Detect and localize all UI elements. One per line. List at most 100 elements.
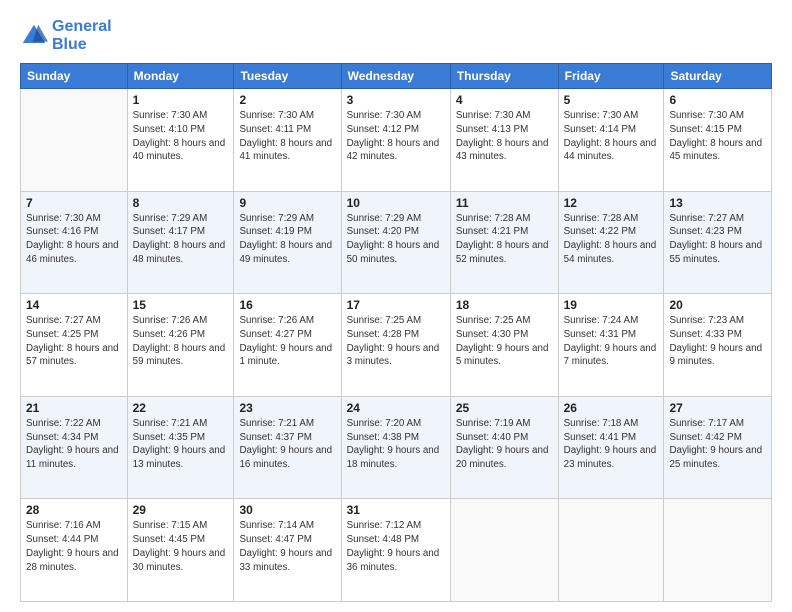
calendar-day-cell: 12 Sunrise: 7:28 AMSunset: 4:22 PMDayligh…: [558, 191, 664, 294]
day-info: Sunrise: 7:30 AMSunset: 4:16 PMDaylight:…: [26, 212, 122, 267]
calendar-day-cell: 11Sunrise: 7:28 AMSunset: 4:21 PMDayligh…: [450, 191, 558, 294]
day-number: 20: [669, 298, 766, 312]
calendar-day-cell: 9 Sunrise: 7:29 AMSunset: 4:19 PMDaylight…: [234, 191, 341, 294]
day-number: 4: [456, 93, 553, 107]
logo-icon: [20, 22, 48, 50]
calendar-day-cell: [450, 499, 558, 602]
calendar-day-cell: [664, 499, 772, 602]
day-number: 24: [347, 401, 445, 415]
logo: General Blue: [20, 18, 112, 53]
day-number: 28: [26, 503, 122, 517]
day-number: 10: [347, 196, 445, 210]
day-info: Sunrise: 7:25 AMSunset: 4:28 PMDaylight:…: [347, 314, 445, 369]
calendar-week-row: 21 Sunrise: 7:22 AMSunset: 4:34 PMDayligh…: [21, 396, 772, 499]
calendar-day-header: Thursday: [450, 64, 558, 89]
day-info: Sunrise: 7:22 AMSunset: 4:34 PMDaylight:…: [26, 417, 122, 472]
header: General Blue: [20, 18, 772, 53]
page: General Blue SundayMondayTuesdayWednesda…: [0, 0, 792, 612]
day-number: 14: [26, 298, 122, 312]
day-number: 31: [347, 503, 445, 517]
day-number: 1: [133, 93, 229, 107]
day-number: 2: [239, 93, 335, 107]
calendar-day-cell: 10Sunrise: 7:29 AMSunset: 4:20 PMDayligh…: [341, 191, 450, 294]
day-info: Sunrise: 7:30 AMSunset: 4:13 PMDaylight:…: [456, 109, 553, 164]
day-info: Sunrise: 7:21 AMSunset: 4:37 PMDaylight:…: [239, 417, 335, 472]
calendar-day-header: Friday: [558, 64, 664, 89]
day-number: 5: [564, 93, 659, 107]
day-info: Sunrise: 7:29 AMSunset: 4:19 PMDaylight:…: [239, 212, 335, 267]
calendar-day-cell: 16 Sunrise: 7:26 AMSunset: 4:27 PMDayligh…: [234, 294, 341, 397]
calendar-day-cell: 5 Sunrise: 7:30 AMSunset: 4:14 PMDaylight…: [558, 89, 664, 192]
calendar-day-cell: 4 Sunrise: 7:30 AMSunset: 4:13 PMDaylight…: [450, 89, 558, 192]
day-number: 7: [26, 196, 122, 210]
calendar-day-cell: 20 Sunrise: 7:23 AMSunset: 4:33 PMDayligh…: [664, 294, 772, 397]
day-info: Sunrise: 7:23 AMSunset: 4:33 PMDaylight:…: [669, 314, 766, 369]
day-info: Sunrise: 7:27 AMSunset: 4:25 PMDaylight:…: [26, 314, 122, 369]
day-info: Sunrise: 7:30 AMSunset: 4:14 PMDaylight:…: [564, 109, 659, 164]
calendar-week-row: 14 Sunrise: 7:27 AMSunset: 4:25 PMDayligh…: [21, 294, 772, 397]
calendar-day-header: Sunday: [21, 64, 128, 89]
calendar-day-cell: 15Sunrise: 7:26 AMSunset: 4:26 PMDayligh…: [127, 294, 234, 397]
day-info: Sunrise: 7:16 AMSunset: 4:44 PMDaylight:…: [26, 519, 122, 574]
calendar-table: SundayMondayTuesdayWednesdayThursdayFrid…: [20, 63, 772, 602]
calendar-day-cell: 1 Sunrise: 7:30 AMSunset: 4:10 PMDaylight…: [127, 89, 234, 192]
day-number: 22: [133, 401, 229, 415]
calendar-week-row: 28 Sunrise: 7:16 AMSunset: 4:44 PMDayligh…: [21, 499, 772, 602]
day-info: Sunrise: 7:30 AMSunset: 4:11 PMDaylight:…: [239, 109, 335, 164]
day-info: Sunrise: 7:26 AMSunset: 4:27 PMDaylight:…: [239, 314, 335, 369]
day-number: 8: [133, 196, 229, 210]
day-number: 16: [239, 298, 335, 312]
calendar-day-header: Wednesday: [341, 64, 450, 89]
calendar-day-cell: 13 Sunrise: 7:27 AMSunset: 4:23 PMDayligh…: [664, 191, 772, 294]
day-info: Sunrise: 7:27 AMSunset: 4:23 PMDaylight:…: [669, 212, 766, 267]
day-number: 17: [347, 298, 445, 312]
day-info: Sunrise: 7:15 AMSunset: 4:45 PMDaylight:…: [133, 519, 229, 574]
calendar-day-cell: 14 Sunrise: 7:27 AMSunset: 4:25 PMDayligh…: [21, 294, 128, 397]
day-number: 11: [456, 196, 553, 210]
day-info: Sunrise: 7:28 AMSunset: 4:22 PMDaylight:…: [564, 212, 659, 267]
calendar-day-cell: [21, 89, 128, 192]
calendar-day-cell: 2 Sunrise: 7:30 AMSunset: 4:11 PMDaylight…: [234, 89, 341, 192]
day-number: 21: [26, 401, 122, 415]
day-number: 25: [456, 401, 553, 415]
day-number: 26: [564, 401, 659, 415]
calendar-day-cell: 27 Sunrise: 7:17 AMSunset: 4:42 PMDayligh…: [664, 396, 772, 499]
calendar-week-row: 1 Sunrise: 7:30 AMSunset: 4:10 PMDaylight…: [21, 89, 772, 192]
day-info: Sunrise: 7:14 AMSunset: 4:47 PMDaylight:…: [239, 519, 335, 574]
calendar-week-row: 7 Sunrise: 7:30 AMSunset: 4:16 PMDaylight…: [21, 191, 772, 294]
day-number: 30: [239, 503, 335, 517]
day-info: Sunrise: 7:29 AMSunset: 4:17 PMDaylight:…: [133, 212, 229, 267]
day-number: 6: [669, 93, 766, 107]
day-info: Sunrise: 7:18 AMSunset: 4:41 PMDaylight:…: [564, 417, 659, 472]
calendar-day-header: Monday: [127, 64, 234, 89]
day-number: 13: [669, 196, 766, 210]
calendar-day-cell: 25Sunrise: 7:19 AMSunset: 4:40 PMDayligh…: [450, 396, 558, 499]
calendar-day-cell: 22Sunrise: 7:21 AMSunset: 4:35 PMDayligh…: [127, 396, 234, 499]
calendar-day-cell: 30 Sunrise: 7:14 AMSunset: 4:47 PMDayligh…: [234, 499, 341, 602]
calendar-day-cell: [558, 499, 664, 602]
calendar-day-cell: 26 Sunrise: 7:18 AMSunset: 4:41 PMDayligh…: [558, 396, 664, 499]
day-number: 18: [456, 298, 553, 312]
day-number: 9: [239, 196, 335, 210]
calendar-day-cell: 18Sunrise: 7:25 AMSunset: 4:30 PMDayligh…: [450, 294, 558, 397]
calendar-day-cell: 7 Sunrise: 7:30 AMSunset: 4:16 PMDaylight…: [21, 191, 128, 294]
calendar-day-cell: 6 Sunrise: 7:30 AMSunset: 4:15 PMDaylight…: [664, 89, 772, 192]
day-number: 15: [133, 298, 229, 312]
calendar-day-cell: 21 Sunrise: 7:22 AMSunset: 4:34 PMDayligh…: [21, 396, 128, 499]
day-info: Sunrise: 7:30 AMSunset: 4:10 PMDaylight:…: [133, 109, 229, 164]
day-info: Sunrise: 7:12 AMSunset: 4:48 PMDaylight:…: [347, 519, 445, 574]
calendar-header-row: SundayMondayTuesdayWednesdayThursdayFrid…: [21, 64, 772, 89]
calendar-day-cell: 3 Sunrise: 7:30 AMSunset: 4:12 PMDaylight…: [341, 89, 450, 192]
day-info: Sunrise: 7:17 AMSunset: 4:42 PMDaylight:…: [669, 417, 766, 472]
day-info: Sunrise: 7:20 AMSunset: 4:38 PMDaylight:…: [347, 417, 445, 472]
calendar-day-cell: 29 Sunrise: 7:15 AMSunset: 4:45 PMDayligh…: [127, 499, 234, 602]
day-number: 12: [564, 196, 659, 210]
day-number: 19: [564, 298, 659, 312]
day-info: Sunrise: 7:30 AMSunset: 4:12 PMDaylight:…: [347, 109, 445, 164]
day-number: 23: [239, 401, 335, 415]
day-info: Sunrise: 7:30 AMSunset: 4:15 PMDaylight:…: [669, 109, 766, 164]
day-number: 3: [347, 93, 445, 107]
day-number: 29: [133, 503, 229, 517]
day-number: 27: [669, 401, 766, 415]
day-info: Sunrise: 7:24 AMSunset: 4:31 PMDaylight:…: [564, 314, 659, 369]
